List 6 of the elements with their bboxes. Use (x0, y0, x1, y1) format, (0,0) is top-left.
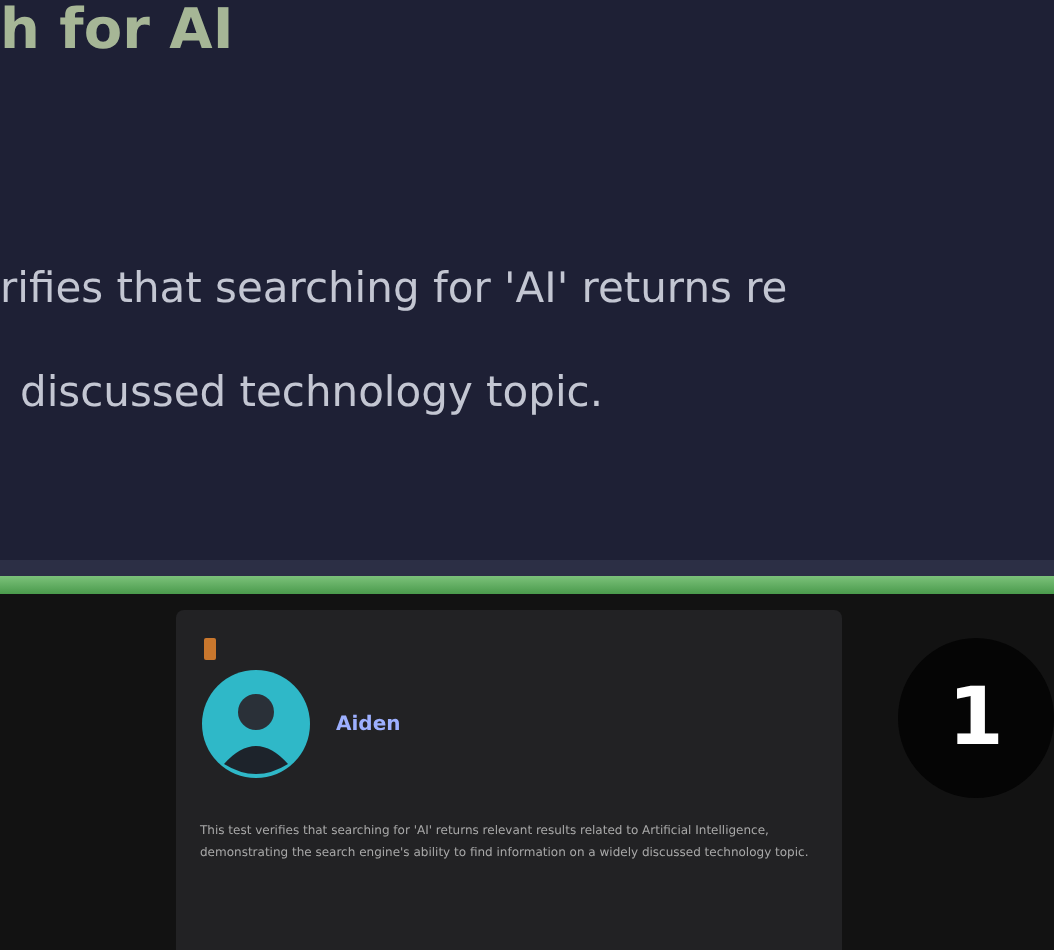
description-text: discussed technology topic. (18, 366, 606, 420)
author-name: Aiden (336, 713, 401, 735)
description-text: rifies that searching for 'AI' returns re (0, 262, 790, 316)
rank-badge: 1 (897, 638, 1054, 798)
test-title: h for AI (0, 0, 236, 60)
avatar-icon (200, 668, 312, 780)
